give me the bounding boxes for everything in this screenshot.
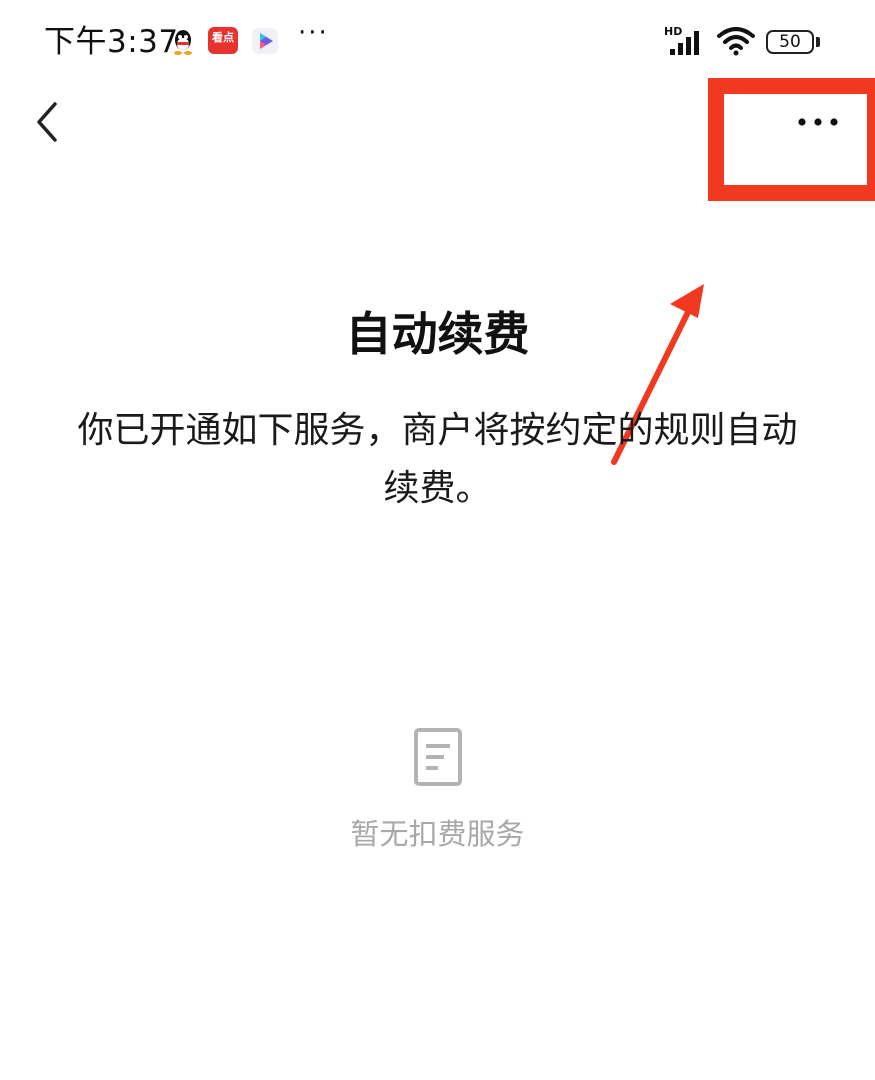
empty-state-text: 暂无扣费服务: [350, 817, 525, 851]
status-time: 下午3:37: [44, 24, 179, 60]
document-icon: [413, 727, 463, 787]
qq-icon: [170, 28, 196, 60]
more-horizontal-icon: [798, 118, 838, 126]
video-app-icon: [252, 28, 278, 58]
more-button[interactable]: [790, 108, 846, 136]
wifi-icon: [716, 26, 756, 60]
battery-cap: [816, 37, 820, 47]
kandian-app-icon: 看点: [208, 27, 238, 54]
page-description: 你已开通如下服务，商户将按约定的规则自动续费。: [77, 410, 798, 509]
battery-icon: 50: [766, 30, 814, 54]
chevron-left-icon: [37, 102, 57, 142]
status-bar: 下午3:37 看点 ··· HD 50: [0, 0, 875, 84]
status-more-icon: ···: [298, 18, 329, 48]
back-button[interactable]: [22, 92, 70, 152]
page-title: 自动续费: [345, 307, 530, 361]
annotation-highlight-box: [708, 78, 875, 201]
